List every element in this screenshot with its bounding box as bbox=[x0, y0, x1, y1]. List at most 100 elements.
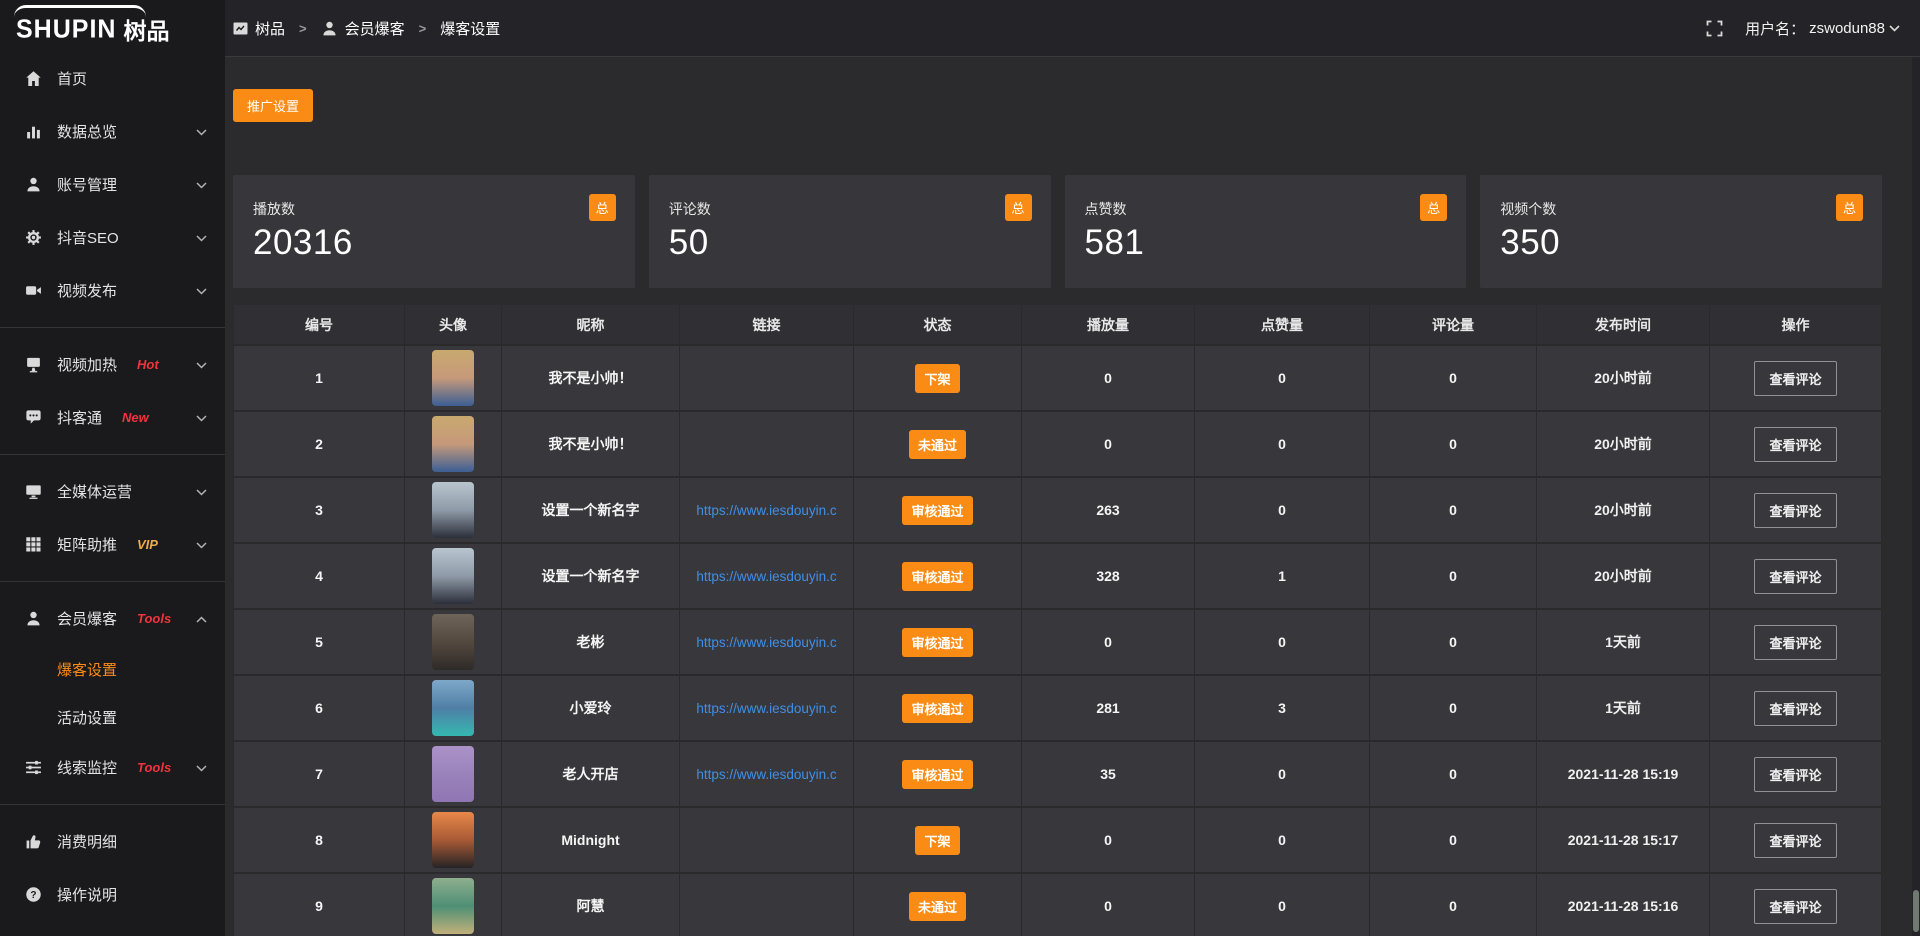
page-scrollbar[interactable] bbox=[1912, 57, 1920, 936]
cell-plays: 0 bbox=[1022, 346, 1195, 410]
fullscreen-icon[interactable] bbox=[1706, 20, 1723, 37]
view-comments-button[interactable]: 查看评论 bbox=[1754, 625, 1836, 660]
sidebar-item-矩阵助推[interactable]: 矩阵助推 VIP bbox=[0, 518, 225, 571]
stat-card-value: 350 bbox=[1500, 223, 1862, 263]
grid-icon bbox=[24, 536, 42, 554]
breadcrumb-item-爆客设置[interactable]: 爆客设置 bbox=[440, 18, 500, 39]
sidebar-item-数据总览[interactable]: 数据总览 bbox=[0, 105, 225, 158]
logo-text-en: SHUPIN bbox=[16, 14, 116, 44]
video-link[interactable]: https://www.iesdouyin.c bbox=[696, 767, 836, 782]
sidebar-item-抖客通[interactable]: 抖客通 New bbox=[0, 391, 225, 444]
cell-avatar bbox=[405, 742, 502, 806]
chevron-icon bbox=[196, 536, 207, 553]
scrollbar-thumb[interactable] bbox=[1913, 890, 1919, 932]
cell-publish-time: 20小时前 bbox=[1537, 412, 1710, 476]
cell-plays: 281 bbox=[1022, 676, 1195, 740]
breadcrumb-item-会员爆客[interactable]: 会员爆客 bbox=[321, 18, 405, 39]
cell-comments: 0 bbox=[1370, 808, 1537, 872]
cell-publish-time: 2021-11-28 15:19 bbox=[1537, 742, 1710, 806]
cell-status: 审核通过 bbox=[854, 544, 1022, 608]
status-badge: 审核通过 bbox=[902, 496, 972, 525]
cell-avatar bbox=[405, 544, 502, 608]
sidebar-item-线索监控[interactable]: 线索监控 Tools bbox=[0, 741, 225, 794]
total-badge: 总 bbox=[589, 194, 616, 221]
brand-logo[interactable]: SHUPIN 树品 bbox=[0, 0, 225, 50]
view-comments-button[interactable]: 查看评论 bbox=[1754, 823, 1836, 858]
sidebar-subitem-爆客设置[interactable]: 爆客设置 bbox=[0, 645, 225, 693]
sidebar-item-全媒体运营[interactable]: 全媒体运营 bbox=[0, 465, 225, 518]
avatar bbox=[432, 812, 474, 868]
user-menu[interactable]: 用户名： zswodun88 bbox=[1745, 18, 1900, 39]
sidebar-item-label: 视频加热 bbox=[57, 354, 117, 375]
cell-actions: 查看评论 bbox=[1710, 544, 1882, 608]
table-row: 3 设置一个新名字 https://www.iesdouyin.c 审核通过 2… bbox=[233, 476, 1882, 542]
sidebar-item-label: 矩阵助推 bbox=[57, 534, 117, 555]
username-value: zswodun88 bbox=[1809, 20, 1885, 37]
gear-icon bbox=[24, 229, 42, 247]
column-header-评论量: 评论量 bbox=[1370, 305, 1537, 344]
sidebar-divider bbox=[0, 454, 225, 455]
sidebar-item-抖音SEO[interactable]: 抖音SEO bbox=[0, 211, 225, 264]
cell-likes: 1 bbox=[1195, 544, 1370, 608]
view-comments-button[interactable]: 查看评论 bbox=[1754, 493, 1836, 528]
monitor-icon bbox=[24, 483, 42, 501]
chevron-icon bbox=[196, 483, 207, 500]
cell-status: 未通过 bbox=[854, 874, 1022, 936]
sidebar-item-会员爆客[interactable]: 会员爆客 Tools bbox=[0, 592, 225, 645]
view-comments-button[interactable]: 查看评论 bbox=[1754, 691, 1836, 726]
help-icon: ? bbox=[24, 886, 42, 904]
cell-actions: 查看评论 bbox=[1710, 808, 1882, 872]
avatar bbox=[432, 746, 474, 802]
cell-plays: 328 bbox=[1022, 544, 1195, 608]
breadcrumb-separator: > bbox=[299, 21, 307, 36]
view-comments-button[interactable]: 查看评论 bbox=[1754, 559, 1836, 594]
stat-card-value: 581 bbox=[1085, 223, 1447, 263]
cell-actions: 查看评论 bbox=[1710, 742, 1882, 806]
sidebar-item-首页[interactable]: 首页 bbox=[0, 52, 225, 105]
sidebar-item-label: 消费明细 bbox=[57, 831, 117, 852]
cell-id: 9 bbox=[233, 874, 405, 936]
video-link[interactable]: https://www.iesdouyin.c bbox=[696, 569, 836, 584]
sidebar-item-视频加热[interactable]: 视频加热 Hot bbox=[0, 338, 225, 391]
view-comments-button[interactable]: 查看评论 bbox=[1754, 427, 1836, 462]
chevron-icon bbox=[196, 123, 207, 140]
cell-nickname: 我不是小帅！ bbox=[502, 346, 680, 410]
video-link[interactable]: https://www.iesdouyin.c bbox=[696, 635, 836, 650]
stat-card-label: 评论数 bbox=[669, 199, 1031, 219]
cell-status: 审核通过 bbox=[854, 742, 1022, 806]
table-row: 6 小爱玲 https://www.iesdouyin.c 审核通过 281 3… bbox=[233, 674, 1882, 740]
status-badge: 审核通过 bbox=[902, 628, 972, 657]
cell-likes: 0 bbox=[1195, 610, 1370, 674]
avatar bbox=[432, 614, 474, 670]
home-icon bbox=[24, 70, 42, 88]
cell-publish-time: 2021-11-28 15:17 bbox=[1537, 808, 1710, 872]
sidebar-item-label: 线索监控 bbox=[57, 757, 117, 778]
view-comments-button[interactable]: 查看评论 bbox=[1754, 889, 1836, 924]
status-badge: 下架 bbox=[915, 826, 959, 855]
sidebar-item-label: 账号管理 bbox=[57, 174, 117, 195]
sidebar-subitem-活动设置[interactable]: 活动设置 bbox=[0, 693, 225, 741]
breadcrumb-label: 爆客设置 bbox=[440, 18, 500, 39]
video-link[interactable]: https://www.iesdouyin.c bbox=[696, 503, 836, 518]
view-comments-button[interactable]: 查看评论 bbox=[1754, 757, 1836, 792]
sidebar-item-账号管理[interactable]: 账号管理 bbox=[0, 158, 225, 211]
cell-plays: 35 bbox=[1022, 742, 1195, 806]
sidebar-item-消费明细[interactable]: 消费明细 bbox=[0, 815, 225, 868]
promotion-settings-button[interactable]: 推广设置 bbox=[233, 89, 313, 122]
cell-actions: 查看评论 bbox=[1710, 874, 1882, 936]
sidebar-subitem-label: 活动设置 bbox=[57, 707, 117, 728]
cell-publish-time: 20小时前 bbox=[1537, 346, 1710, 410]
breadcrumb-item-树品[interactable]: 树品 bbox=[233, 18, 285, 39]
cell-nickname: 老彬 bbox=[502, 610, 680, 674]
video-link[interactable]: https://www.iesdouyin.c bbox=[696, 701, 836, 716]
sidebar-item-视频发布[interactable]: 视频发布 bbox=[0, 264, 225, 317]
cell-likes: 0 bbox=[1195, 346, 1370, 410]
page-content: 推广设置 播放数 20316 总 评论数 50 总 点赞数 581 总 视频个数… bbox=[225, 57, 1920, 936]
column-header-播放量: 播放量 bbox=[1022, 305, 1195, 344]
table-row: 2 我不是小帅！ 未通过 0 0 0 20小时前 查看评论 bbox=[233, 410, 1882, 476]
status-badge: 未通过 bbox=[909, 430, 966, 459]
avatar bbox=[432, 878, 474, 934]
view-comments-button[interactable]: 查看评论 bbox=[1754, 361, 1836, 396]
status-badge: 未通过 bbox=[909, 892, 966, 921]
sidebar-item-操作说明[interactable]: ? 操作说明 bbox=[0, 868, 225, 921]
